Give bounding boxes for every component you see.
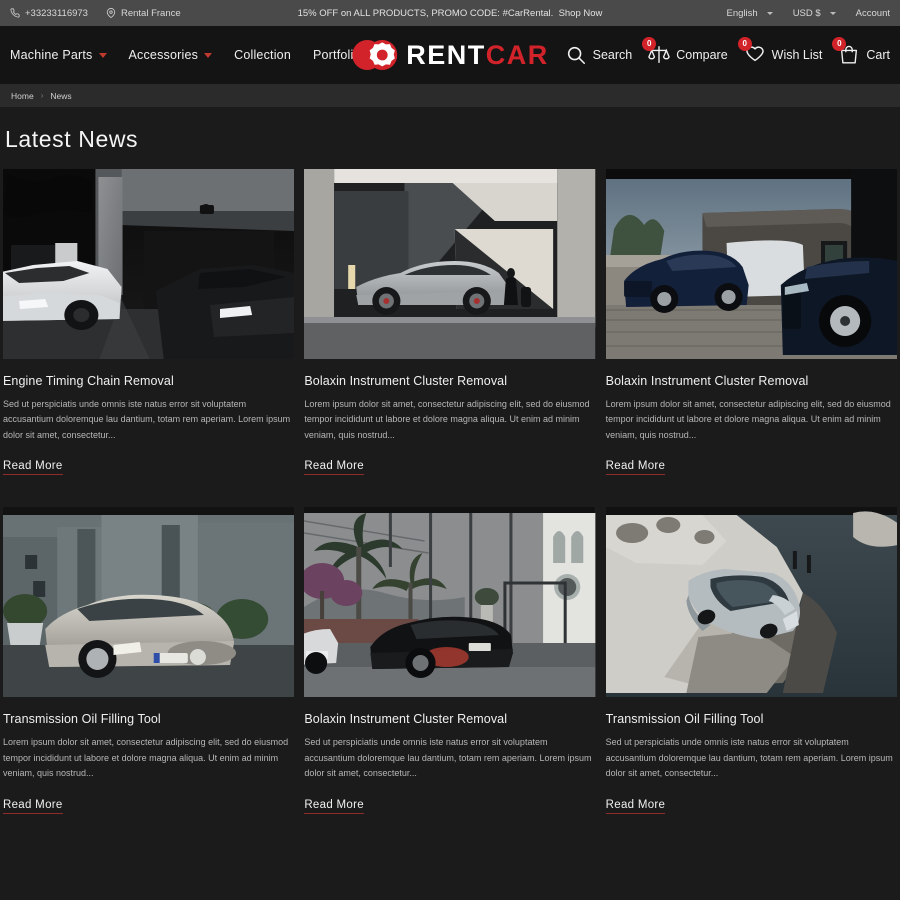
location-item[interactable]: Rental France [106,8,181,19]
news-card: Bolaxin Instrument Cluster Removal Lorem… [605,169,897,481]
chevron-down-icon [204,52,213,58]
nav-label: Machine Parts [10,48,93,62]
nav-label: Accessories [128,48,199,62]
site-header: Machine Parts Accessories Collection Por… [0,26,900,84]
compare-scales-icon: 0 [642,37,671,66]
news-thumbnail-two-supercars[interactable] [3,169,295,359]
chevron-down-icon [98,52,107,58]
news-thumbnail-silver-sedan[interactable] [304,169,596,359]
phone-icon [10,8,20,18]
nav-item-collection[interactable]: Collection [234,48,291,62]
read-more-link[interactable]: Read More [304,799,364,814]
currency-value: USD $ [792,7,821,19]
read-more-link[interactable]: Read More [3,799,63,814]
location-label: Rental France [120,7,181,19]
wishlist-count-badge: 0 [737,37,752,51]
news-card: Transmission Oil Filling Tool Sed ut per… [605,507,897,819]
wishlist-button[interactable]: 0 Wish List [737,37,823,66]
logo-gear-mark-icon [351,39,398,71]
language-selector[interactable]: English [727,8,773,19]
phone-item[interactable]: +33233116973 [10,8,88,19]
promo-text: 15% OFF on ALL PRODUCTS, PROMO CODE: #Ca… [297,7,554,19]
news-thumbnail-dark-blue-suv[interactable] [605,169,897,359]
read-more-link[interactable]: Read More [304,460,364,476]
news-card-title[interactable]: Bolaxin Instrument Cluster Removal [304,374,595,388]
logo-text-rent: RENT [406,39,486,70]
compare-label: Compare [676,48,728,62]
news-card-title[interactable]: Bolaxin Instrument Cluster Removal [606,374,897,388]
cart-button[interactable]: 0 Cart [832,37,890,66]
news-card-excerpt: Sed ut perspiciatis unde omnis iste natu… [3,399,291,440]
topbar-settings-group: English USD $ Account [727,8,890,19]
page-title: Latest News [5,126,139,152]
read-more-link[interactable]: Read More [3,460,63,476]
news-card: Bolaxin Instrument Cluster Removal Lorem… [304,169,596,481]
breadcrumb: Home › News [0,84,900,107]
nav-item-accessories[interactable]: Accessories [129,48,213,62]
chevron-down-icon [829,11,836,15]
news-grid-row-1: Engine Timing Chain Removal Sed ut persp… [3,169,897,481]
logo-text-car: CAR [485,39,549,70]
search-button[interactable]: Search [565,44,633,66]
account-link[interactable]: Account [856,8,890,19]
grid-row-spacer [3,481,897,507]
news-card: Transmission Oil Filling Tool Lorem ipsu… [3,507,295,819]
news-card-title[interactable]: Engine Timing Chain Removal [3,374,294,388]
news-page: Latest News Engine Timing Chain Removal … [0,126,900,820]
heart-icon: 0 [737,37,766,66]
news-card: Engine Timing Chain Removal Sed ut persp… [3,169,295,481]
compare-button[interactable]: 0 Compare [642,37,728,66]
news-card-title[interactable]: Transmission Oil Filling Tool [3,712,294,726]
nav-label: Collection [234,48,291,62]
news-thumbnail-silver-coupe[interactable] [3,507,295,698]
top-utility-bar: +33233116973 Rental France 15% OFF on AL… [0,0,900,26]
promo-shop-now-link[interactable]: Shop Now [559,8,603,19]
search-label: Search [592,48,633,62]
news-card-excerpt: Lorem ipsum dolor sit amet, consectetur … [605,399,891,440]
header-action-group: Search 0 Compare 0 Wish List 0 Cart [565,37,890,66]
breadcrumb-separator-icon: › [40,91,44,100]
currency-selector[interactable]: USD $ [793,8,836,19]
shopping-bag-icon: 0 [832,37,860,66]
language-value: English [726,7,758,19]
logo-text: RENTCAR [406,39,549,70]
read-more-link[interactable]: Read More [605,799,666,814]
news-card-excerpt: Sed ut perspiciatis unde omnis iste natu… [304,737,592,779]
wishlist-label: Wish List [771,48,823,62]
read-more-link[interactable]: Read More [605,460,666,476]
nav-item-machine-parts[interactable]: Machine Parts [10,48,107,62]
account-label: Account [855,7,890,19]
news-card-excerpt: Lorem ipsum dolor sit amet, consectetur … [304,399,590,440]
site-logo[interactable]: RENTCAR [351,39,549,71]
breadcrumb-item-news: News [50,90,72,101]
cart-label: Cart [866,48,890,62]
topbar-contact-group: +33233116973 Rental France [10,8,181,19]
news-card-title[interactable]: Transmission Oil Filling Tool [606,712,897,726]
news-card-excerpt: Lorem ipsum dolor sit amet, consectetur … [3,737,289,779]
news-grid-row-2: Transmission Oil Filling Tool Lorem ipsu… [3,507,897,819]
news-card: Bolaxin Instrument Cluster Removal Sed u… [304,507,596,819]
search-icon [565,44,587,66]
news-thumbnail-wagon-on-shoreline[interactable] [605,507,897,698]
breadcrumb-item-home[interactable]: Home [11,91,34,101]
main-navigation: Machine Parts Accessories Collection Por… [10,48,361,62]
phone-number: +33233116973 [25,7,88,19]
news-card-title[interactable]: Bolaxin Instrument Cluster Removal [304,712,595,726]
map-pin-icon [106,8,116,18]
news-thumbnail-black-sedan-street[interactable] [304,507,596,698]
news-card-excerpt: Sed ut perspiciatis unde omnis iste natu… [605,737,893,779]
chevron-down-icon [766,11,773,15]
